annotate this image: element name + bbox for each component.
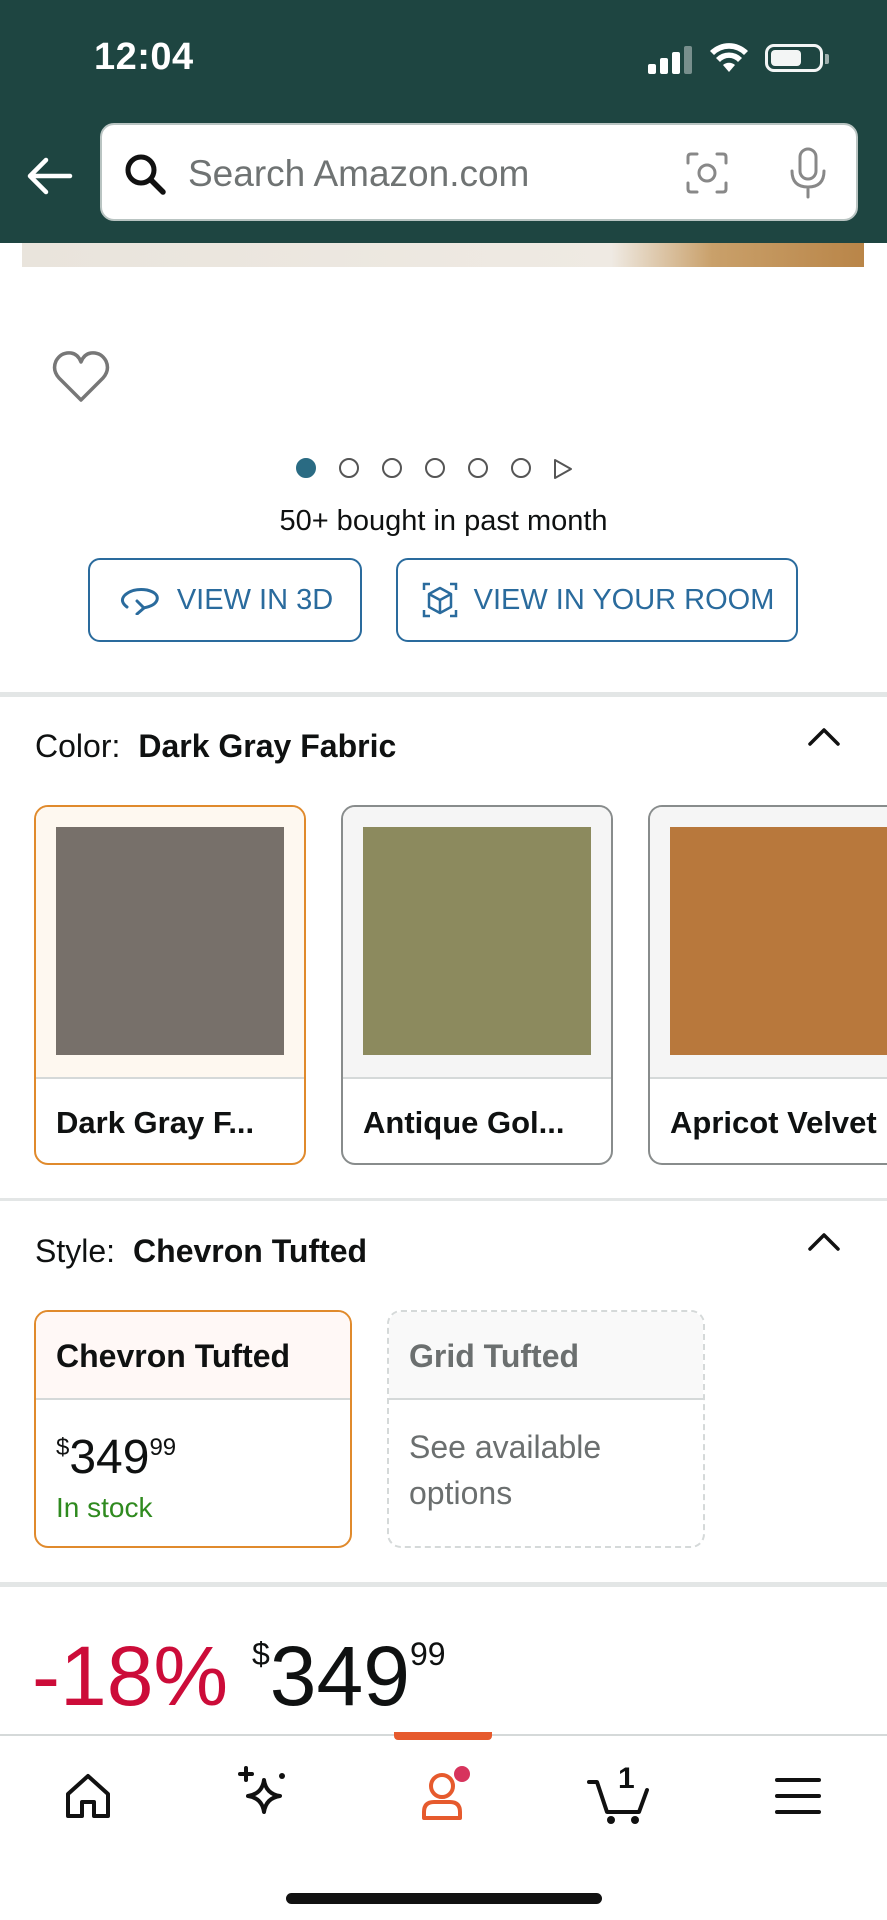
color-option-label: Dark Gray F... [36,1077,304,1163]
bought-count-text: 50+ bought in past month [279,505,608,537]
carousel-dot[interactable] [511,458,531,478]
section-divider [0,1198,887,1201]
color-option-dark-gray[interactable]: Dark Gray F... [34,805,306,1165]
antique-gold-swatch-image [363,827,591,1055]
style-option-name: Chevron Tufted [36,1312,350,1400]
section-divider [0,692,887,697]
style-option-grid-tufted[interactable]: Grid Tufted See available options [387,1310,705,1548]
dark-gray-swatch-image [56,827,284,1055]
carousel-dot[interactable] [468,458,488,478]
carousel-dot[interactable] [296,458,316,478]
search-placeholder: Search Amazon.com [188,153,530,194]
back-arrow-icon[interactable] [26,152,74,200]
see-available-options-text: See available options [409,1429,602,1511]
color-label: Color: [35,728,121,764]
nav-menu[interactable] [748,1762,848,1834]
nav-home[interactable] [38,1762,138,1834]
active-tab-indicator [394,1732,492,1740]
availability-text: In stock [56,1492,153,1523]
view-in-room-button[interactable]: VIEW IN YOUR ROOM [396,558,798,642]
style-selected-value: Chevron Tufted [133,1233,368,1269]
search-icon [125,154,166,195]
wishlist-heart-icon[interactable] [52,350,110,404]
chevron-up-icon[interactable] [804,724,844,750]
style-option-price: $34999 [56,1431,177,1484]
top-header: 12:04 Search Amazon.com [0,0,887,243]
product-image-edge[interactable] [22,243,864,267]
color-selected-value: Dark Gray Fabric [138,728,397,764]
style-label: Style: [35,1233,116,1269]
cellular-signal-icon [648,46,692,74]
battery-icon [765,44,829,72]
style-option-name: Grid Tufted [389,1312,703,1400]
color-option-apricot-velvet[interactable]: Apricot Velvet [648,805,887,1165]
microphone-icon[interactable] [788,147,828,199]
ar-cube-icon [422,582,457,618]
nav-cart[interactable]: 1 [570,1762,670,1834]
camera-search-icon[interactable] [684,151,730,195]
discount-percent: -18% [32,1629,229,1723]
account-icon [422,1766,470,1820]
color-option-label: Apricot Velvet [650,1077,887,1163]
carousel-dot[interactable] [382,458,402,478]
rotate-3d-icon [120,588,159,615]
home-indicator-bar[interactable] [286,1893,602,1904]
home-icon [66,1774,110,1818]
sparkle-icon [238,1766,285,1814]
view-in-3d-label: VIEW IN 3D [176,583,334,616]
nav-account[interactable] [394,1762,494,1834]
current-price: $34999 [252,1629,446,1723]
style-selector-header[interactable]: Style: Chevron Tufted [35,1233,367,1270]
wifi-icon [710,43,748,72]
view-in-room-label: VIEW IN YOUR ROOM [473,583,775,616]
color-option-antique-gold[interactable]: Antique Gol... [341,805,613,1165]
video-play-icon[interactable] [552,458,574,480]
view-in-3d-button[interactable]: VIEW IN 3D [88,558,362,642]
menu-icon [775,1778,821,1814]
status-time: 12:04 [94,36,194,78]
carousel-dot[interactable] [425,458,445,478]
nav-rufus-ai[interactable] [214,1762,314,1834]
cart-count-badge: 1 [618,1762,635,1795]
section-divider [0,1582,887,1587]
color-selector-header[interactable]: Color: Dark Gray Fabric [35,728,396,765]
search-input[interactable]: Search Amazon.com [100,123,858,221]
style-option-chevron-tufted[interactable]: Chevron Tufted $34999 In stock [34,1310,352,1548]
color-option-label: Antique Gol... [343,1077,611,1163]
carousel-dot[interactable] [339,458,359,478]
chevron-up-icon[interactable] [804,1229,844,1255]
apricot-velvet-swatch-image [670,827,887,1055]
